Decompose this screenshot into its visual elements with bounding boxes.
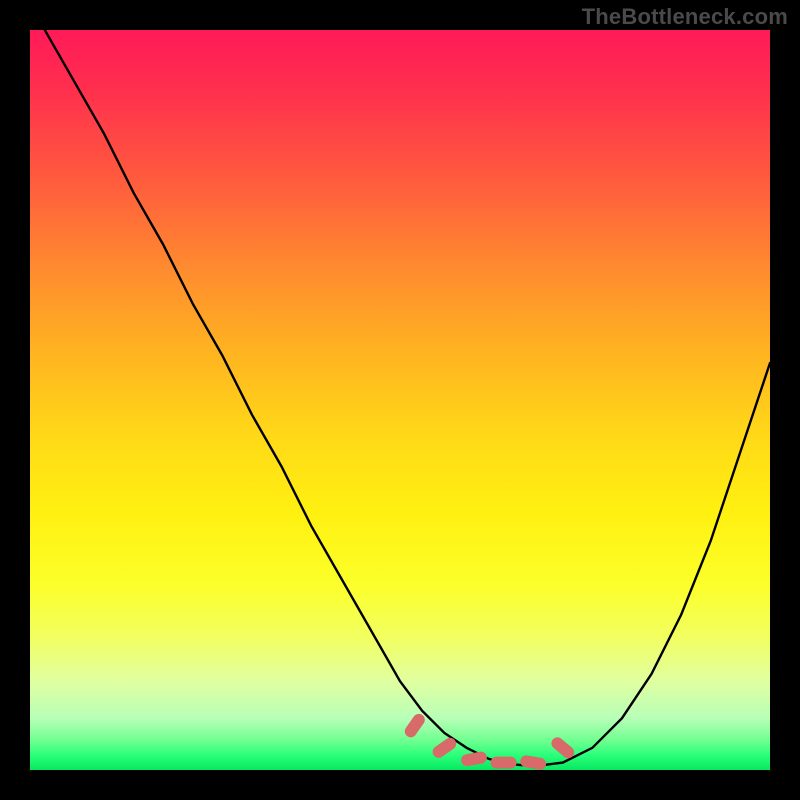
bottleneck-curve [45,30,770,766]
curve-marker [402,712,427,740]
watermark-text: TheBottleneck.com [582,4,788,30]
plot-area [30,30,770,770]
curve-marker [491,757,517,769]
app-frame: TheBottleneck.com [0,0,800,800]
chart-svg [30,30,770,770]
curve-marker [460,751,488,767]
marker-layer [402,712,576,770]
curve-marker [519,754,547,770]
